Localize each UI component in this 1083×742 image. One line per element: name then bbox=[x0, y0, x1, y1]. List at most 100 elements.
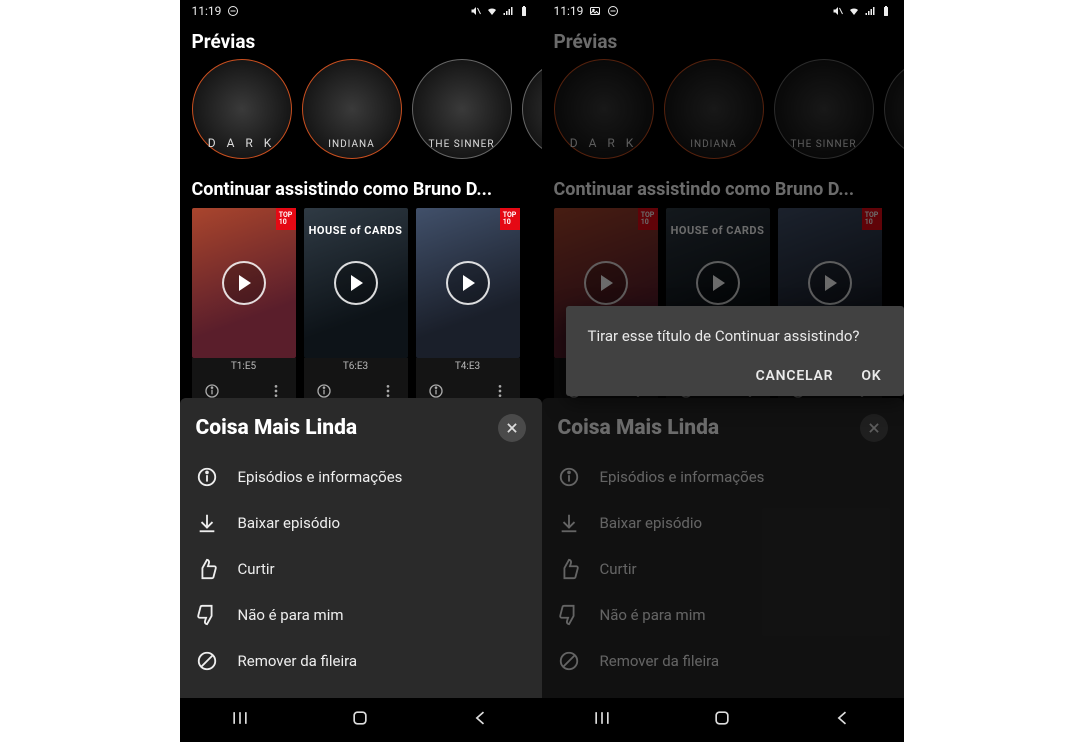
phone-left: 11:19 Prévias D A R K INDIANA THE SINNER bbox=[180, 0, 542, 742]
more-icon[interactable] bbox=[380, 383, 396, 399]
previa-item[interactable]: D A R K bbox=[192, 59, 292, 159]
sheet-item-download[interactable]: Baixar episódio bbox=[196, 500, 526, 546]
sheet-item-label: Curtir bbox=[600, 560, 637, 578]
thumbs-down-icon bbox=[558, 604, 580, 626]
status-time: 11:19 bbox=[192, 4, 222, 18]
sheet-item-label: Remover da fileira bbox=[238, 652, 358, 670]
sheet-item-label: Curtir bbox=[238, 560, 275, 578]
play-icon[interactable] bbox=[334, 261, 378, 305]
cancel-button[interactable]: CANCELAR bbox=[756, 368, 834, 384]
battery-icon bbox=[880, 5, 892, 17]
recents-button[interactable] bbox=[592, 708, 612, 732]
image-icon bbox=[589, 5, 601, 17]
sheet-item-label: Episódios e informações bbox=[600, 468, 765, 486]
previa-item[interactable]: THE SINNER bbox=[774, 59, 874, 159]
title-card[interactable]: TOP10 T1:E5 bbox=[192, 208, 296, 407]
info-icon[interactable] bbox=[204, 383, 220, 399]
previa-item[interactable]: D A R K bbox=[554, 59, 654, 159]
previa-item[interactable] bbox=[884, 59, 904, 159]
ok-button[interactable]: OK bbox=[861, 368, 881, 384]
mute-icon bbox=[470, 5, 482, 17]
sheet-item-label: Remover da fileira bbox=[600, 652, 720, 670]
signal-icon bbox=[864, 5, 876, 17]
previas-title: Prévias bbox=[542, 22, 904, 59]
title-card[interactable]: TOP10 T4:E3 bbox=[416, 208, 520, 407]
sheet-item-label: Baixar episódio bbox=[238, 514, 341, 532]
previa-item[interactable]: INDIANA bbox=[302, 59, 402, 159]
dnd-icon bbox=[607, 5, 619, 17]
close-button[interactable] bbox=[860, 414, 888, 442]
wifi-icon bbox=[486, 5, 498, 17]
phone-right: 11:19 Prévias D A R K INDIANA THE SINNER… bbox=[542, 0, 904, 742]
thumbs-down-icon bbox=[196, 604, 218, 626]
mute-icon bbox=[832, 5, 844, 17]
sheet-item-like[interactable]: Curtir bbox=[196, 546, 526, 592]
home-button[interactable] bbox=[350, 708, 370, 732]
thumbs-up-icon bbox=[196, 558, 218, 580]
top10-badge: TOP10 bbox=[638, 208, 658, 230]
system-nav-bar bbox=[542, 698, 904, 742]
previa-item[interactable]: INDIANA bbox=[664, 59, 764, 159]
previas-section: Prévias D A R K INDIANA THE SINNER bbox=[542, 22, 904, 159]
wifi-icon bbox=[848, 5, 860, 17]
info-icon bbox=[558, 466, 580, 488]
top10-badge: TOP10 bbox=[500, 208, 520, 230]
more-icon[interactable] bbox=[492, 383, 508, 399]
sheet-item-dislike[interactable]: Não é para mim bbox=[558, 592, 888, 638]
dialog-message: Tirar esse título de Continuar assistind… bbox=[588, 326, 882, 346]
sheet-title: Coisa Mais Linda bbox=[196, 416, 358, 440]
signal-icon bbox=[502, 5, 514, 17]
remove-icon bbox=[196, 650, 218, 672]
info-icon[interactable] bbox=[316, 383, 332, 399]
previas-title: Prévias bbox=[180, 22, 542, 59]
sheet-item-label: Baixar episódio bbox=[600, 514, 703, 532]
sheet-item-label: Não é para mim bbox=[238, 606, 344, 624]
previa-item[interactable]: THE SINNER bbox=[412, 59, 512, 159]
continue-watching-title: Continuar assistindo como Bruno D... bbox=[542, 159, 904, 208]
previas-section: Prévias D A R K INDIANA THE SINNER bbox=[180, 22, 542, 159]
sheet-item-episodes-info[interactable]: Episódios e informações bbox=[558, 454, 888, 500]
close-button[interactable] bbox=[498, 414, 526, 442]
sheet-item-remove[interactable]: Remover da fileira bbox=[558, 638, 888, 684]
play-icon[interactable] bbox=[808, 261, 852, 305]
play-icon[interactable] bbox=[696, 261, 740, 305]
continue-watching-row: TOP10 T1:E5 HOUSE of CARDS T6:E3 bbox=[180, 208, 542, 407]
sheet-item-label: Episódios e informações bbox=[238, 468, 403, 486]
more-icon[interactable] bbox=[268, 383, 284, 399]
back-button[interactable] bbox=[833, 708, 853, 732]
system-nav-bar bbox=[180, 698, 542, 742]
episode-label: T4:E3 bbox=[416, 358, 520, 375]
download-icon bbox=[196, 512, 218, 534]
recents-button[interactable] bbox=[230, 708, 250, 732]
title-options-sheet: Coisa Mais Linda Episódios e informações… bbox=[180, 398, 542, 698]
play-icon[interactable] bbox=[446, 261, 490, 305]
back-button[interactable] bbox=[471, 708, 491, 732]
sheet-item-label: Não é para mim bbox=[600, 606, 706, 624]
play-icon[interactable] bbox=[222, 261, 266, 305]
sheet-item-remove[interactable]: Remover da fileira bbox=[196, 638, 526, 684]
dnd-icon bbox=[227, 5, 239, 17]
top10-badge: TOP10 bbox=[276, 208, 296, 230]
sheet-item-episodes-info[interactable]: Episódios e informações bbox=[196, 454, 526, 500]
download-icon bbox=[558, 512, 580, 534]
previa-item[interactable] bbox=[522, 59, 542, 159]
home-button[interactable] bbox=[712, 708, 732, 732]
continue-watching-title: Continuar assistindo como Bruno D... bbox=[180, 159, 542, 208]
top10-badge: TOP10 bbox=[862, 208, 882, 230]
remove-icon bbox=[558, 650, 580, 672]
remove-confirm-dialog: Tirar esse título de Continuar assistind… bbox=[566, 306, 904, 396]
info-icon[interactable] bbox=[428, 383, 444, 399]
status-bar: 11:19 bbox=[542, 0, 904, 22]
sheet-item-dislike[interactable]: Não é para mim bbox=[196, 592, 526, 638]
status-bar: 11:19 bbox=[180, 0, 542, 22]
title-card[interactable]: HOUSE of CARDS T6:E3 bbox=[304, 208, 408, 407]
sheet-item-like[interactable]: Curtir bbox=[558, 546, 888, 592]
episode-label: T6:E3 bbox=[304, 358, 408, 375]
title-options-sheet: Coisa Mais Linda Episódios e informações… bbox=[542, 398, 904, 698]
sheet-item-download[interactable]: Baixar episódio bbox=[558, 500, 888, 546]
play-icon[interactable] bbox=[584, 261, 628, 305]
battery-icon bbox=[518, 5, 530, 17]
thumbs-up-icon bbox=[558, 558, 580, 580]
info-icon bbox=[196, 466, 218, 488]
sheet-title: Coisa Mais Linda bbox=[558, 416, 720, 440]
